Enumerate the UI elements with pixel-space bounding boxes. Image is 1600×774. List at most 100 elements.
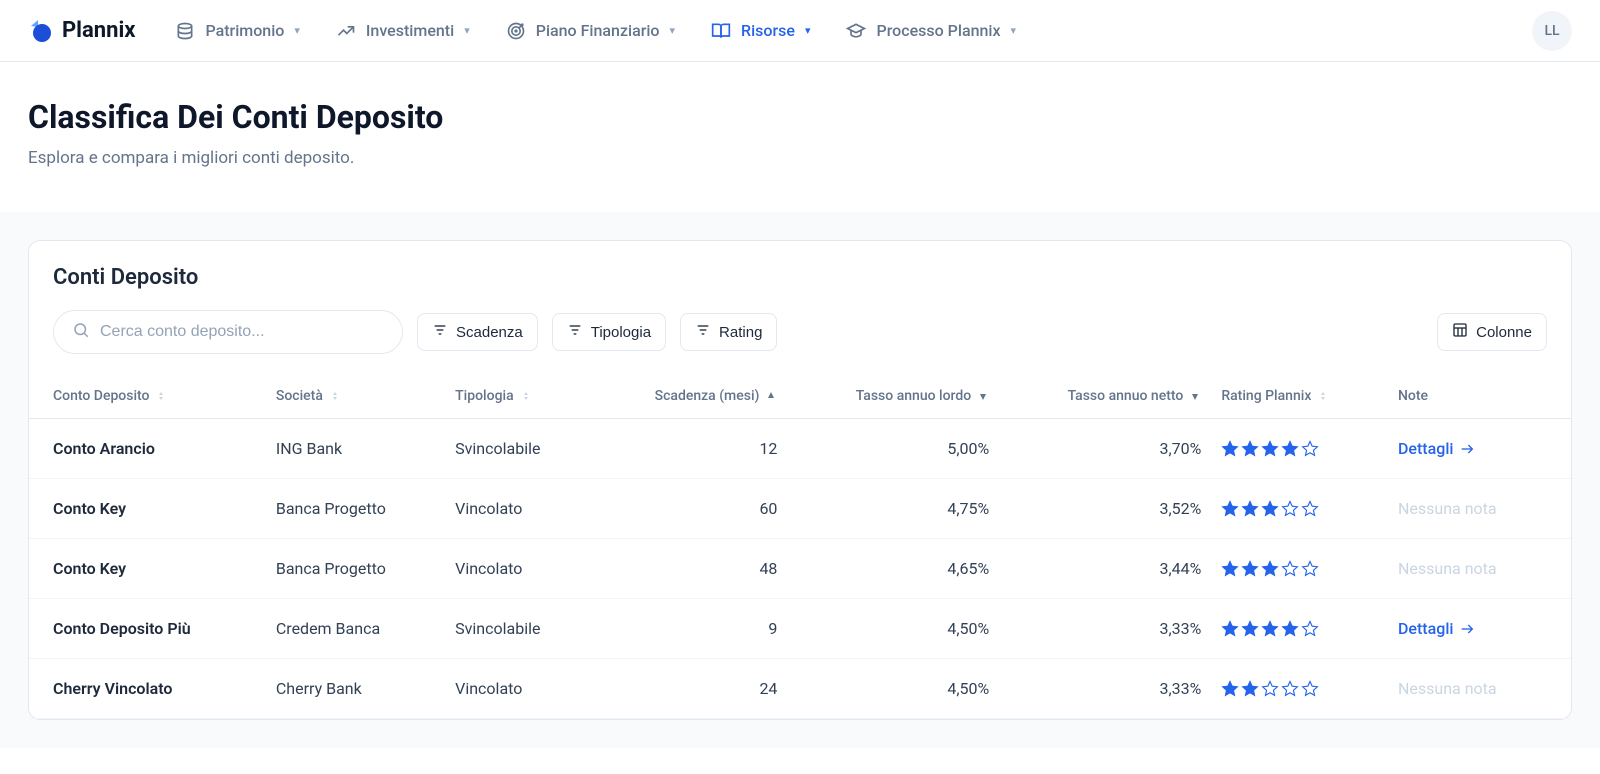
filter-tipologia[interactable]: Tipologia (552, 313, 666, 351)
target-icon (506, 21, 526, 41)
search-box[interactable] (53, 310, 403, 354)
cell-rating (1211, 419, 1388, 479)
star-empty-icon (1281, 500, 1299, 518)
content-area: Conti Deposito ScadenzaTipologiaRating C… (0, 212, 1600, 748)
col-company[interactable]: Società (266, 374, 445, 419)
cell-note: Dettagli (1388, 419, 1571, 479)
cell-company: Banca Progetto (266, 539, 445, 599)
star-filled-icon (1241, 440, 1259, 458)
star-empty-icon (1281, 560, 1299, 578)
page-subtitle: Esplora e compara i migliori conti depos… (28, 148, 1572, 168)
table-row: Conto Arancio ING Bank Svincolabile 12 5… (29, 419, 1571, 479)
star-filled-icon (1261, 500, 1279, 518)
avatar-initials: LL (1544, 23, 1559, 39)
page-header: Classifica Dei Conti Deposito Esplora e … (0, 62, 1600, 212)
cell-company: Banca Progetto (266, 479, 445, 539)
note-empty: Nessuna nota (1398, 499, 1497, 518)
sort-down-icon (1189, 390, 1201, 402)
col-note: Note (1388, 374, 1571, 419)
note-details-link[interactable]: Dettagli (1398, 439, 1476, 458)
star-filled-icon (1281, 620, 1299, 638)
search-input[interactable] (100, 323, 384, 341)
brand-name: Plannix (62, 18, 135, 43)
card-toolbar: Scadenza Tipologia Rating Colonne (29, 310, 1571, 374)
nav-item-investimenti[interactable]: Investimenti▾ (336, 21, 470, 41)
col-type[interactable]: Tipologia (445, 374, 590, 419)
columns-button[interactable]: Colonne (1437, 313, 1547, 351)
cell-net: 3,52% (999, 479, 1211, 539)
star-empty-icon (1301, 680, 1319, 698)
columns-icon (1452, 322, 1468, 342)
nav-label: Processo Plannix (876, 21, 1000, 40)
table-row: Conto Key Banca Progetto Vincolato 48 4,… (29, 539, 1571, 599)
rating-stars (1221, 620, 1378, 638)
filter-buttons: Scadenza Tipologia Rating (417, 313, 777, 351)
cell-name: Conto Deposito Più (29, 599, 266, 659)
nav-label: Piano Finanziario (536, 21, 660, 40)
sort-icon (329, 390, 341, 402)
note-empty: Nessuna nota (1398, 679, 1497, 698)
nav-item-risorse[interactable]: Risorse▾ (711, 21, 810, 41)
sort-icon (155, 390, 167, 402)
trending-icon (336, 21, 356, 41)
note-details-link[interactable]: Dettagli (1398, 619, 1476, 638)
cell-maturity: 9 (590, 599, 787, 659)
main-nav: Patrimonio▾Investimenti▾Piano Finanziari… (175, 21, 1532, 41)
table-body: Conto Arancio ING Bank Svincolabile 12 5… (29, 419, 1571, 719)
cell-type: Svincolabile (445, 419, 590, 479)
cell-type: Vincolato (445, 479, 590, 539)
app-header: Plannix Patrimonio▾Investimenti▾Piano Fi… (0, 0, 1600, 62)
search-icon (72, 321, 90, 343)
cell-note: Nessuna nota (1388, 539, 1571, 599)
table-head: Conto Deposito Società Tipologia Scadenz… (29, 374, 1571, 419)
star-empty-icon (1301, 500, 1319, 518)
star-empty-icon (1261, 680, 1279, 698)
star-filled-icon (1241, 560, 1259, 578)
filter-label: Tipologia (591, 324, 651, 341)
star-filled-icon (1241, 680, 1259, 698)
rating-stars (1221, 680, 1378, 698)
col-name[interactable]: Conto Deposito (29, 374, 266, 419)
cell-type: Vincolato (445, 539, 590, 599)
rating-stars (1221, 500, 1378, 518)
cell-net: 3,33% (999, 599, 1211, 659)
sort-icon (520, 390, 532, 402)
page-title: Classifica Dei Conti Deposito (28, 98, 1572, 136)
grad-icon (846, 21, 866, 41)
star-empty-icon (1301, 620, 1319, 638)
cell-type: Svincolabile (445, 599, 590, 659)
filter-icon (432, 322, 448, 342)
table-row: Conto Deposito Più Credem Banca Svincola… (29, 599, 1571, 659)
nav-label: Patrimonio (205, 21, 284, 40)
note-empty: Nessuna nota (1398, 559, 1497, 578)
sort-icon (1317, 390, 1329, 402)
cell-maturity: 48 (590, 539, 787, 599)
nav-label: Risorse (741, 21, 795, 40)
cell-net: 3,44% (999, 539, 1211, 599)
cell-note: Nessuna nota (1388, 659, 1571, 719)
star-filled-icon (1241, 620, 1259, 638)
col-gross[interactable]: Tasso annuo lordo (787, 374, 999, 419)
cell-maturity: 24 (590, 659, 787, 719)
cell-rating (1211, 539, 1388, 599)
arrow-right-icon (1459, 441, 1475, 457)
nav-item-patrimonio[interactable]: Patrimonio▾ (175, 21, 299, 41)
col-maturity[interactable]: Scadenza (mesi) (590, 374, 787, 419)
filter-label: Rating (719, 324, 762, 341)
filter-scadenza[interactable]: Scadenza (417, 313, 538, 351)
cell-company: ING Bank (266, 419, 445, 479)
cell-gross: 4,50% (787, 599, 999, 659)
chevron-down-icon: ▾ (1011, 24, 1017, 37)
user-avatar[interactable]: LL (1532, 11, 1572, 51)
arrow-right-icon (1459, 621, 1475, 637)
cell-company: Cherry Bank (266, 659, 445, 719)
col-net[interactable]: Tasso annuo netto (999, 374, 1211, 419)
col-rating[interactable]: Rating Plannix (1211, 374, 1388, 419)
brand-logo[interactable]: Plannix (28, 18, 135, 44)
nav-item-piano-finanziario[interactable]: Piano Finanziario▾ (506, 21, 675, 41)
filter-rating[interactable]: Rating (680, 313, 777, 351)
cell-rating (1211, 479, 1388, 539)
star-filled-icon (1221, 620, 1239, 638)
nav-item-processo-plannix[interactable]: Processo Plannix ▾ (846, 21, 1016, 41)
cell-net: 3,33% (999, 659, 1211, 719)
